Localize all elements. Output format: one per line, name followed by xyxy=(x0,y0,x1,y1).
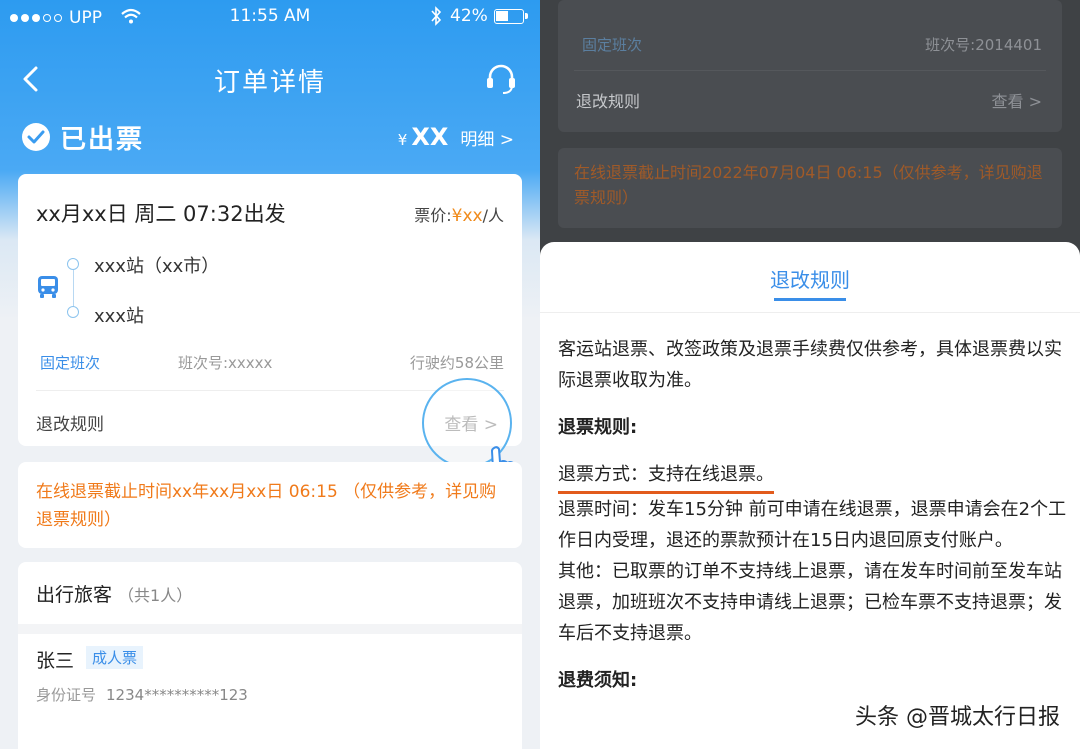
customer-service-icon[interactable] xyxy=(484,62,518,96)
service-number: 班次号:xxxxx xyxy=(178,354,273,372)
bg-view-link: 查看 > xyxy=(991,92,1043,111)
total-amount: XX xyxy=(411,123,449,151)
divider xyxy=(574,70,1046,71)
nav-bar: 订单详情 xyxy=(0,50,540,110)
destination-station: xxx站 xyxy=(94,306,144,327)
passenger-section-title: 出行旅客 （共1人） xyxy=(36,580,192,607)
bg-service-type: 固定班次 xyxy=(582,36,643,54)
bus-icon xyxy=(38,276,58,298)
refund-deadline-notice: 在线退票截止时间xx年xx月xx日 06:15 （仅供参考，详见购退票规则） xyxy=(18,462,522,548)
fare-amount: ¥xx xyxy=(451,206,483,226)
watermark: 头条 @晋城太行日报 xyxy=(855,705,1060,730)
refund-rules-label: 退改规则 xyxy=(36,415,104,435)
order-status-row: 已出票 ¥ XX 明细 > xyxy=(0,115,540,159)
passenger-card: 出行旅客 （共1人） 张三 成人票 身份证号 1234**********123 xyxy=(18,562,522,749)
refund-time: 退票时间：发车15分钟 前可申请在线退票，退票申请会在2个工作日内受理，退还的票… xyxy=(558,499,1067,551)
price-detail-link[interactable]: 明细 > xyxy=(460,125,514,150)
destination-dot xyxy=(67,306,79,318)
refund-rules-screen: 固定班次 班次号:2014401 退改规则 查看 > 在线退票截止时间2022年… xyxy=(540,0,1080,749)
notice-text: 在线退票截止时间xx年xx月xx日 06:15 （仅供参考，详见购退票规则） xyxy=(36,482,497,530)
id-value: 1234**********123 xyxy=(106,686,248,704)
passenger-id: 身份证号 1234**********123 xyxy=(36,684,248,705)
origin-station: xxx站（xx市） xyxy=(94,256,220,277)
refund-method: 退票方式：支持在线退票。 xyxy=(558,459,774,494)
trip-distance: 行驶约58公里 xyxy=(409,354,504,372)
fare-unit: /人 xyxy=(482,206,504,225)
fare-label: 票价: xyxy=(414,206,452,225)
service-type: 固定班次 xyxy=(40,354,101,372)
bg-refund-rules-label: 退改规则 xyxy=(576,92,641,111)
bg-service-number: 班次号:2014401 xyxy=(925,36,1042,54)
total-price[interactable]: ¥ XX 明细 > xyxy=(398,123,514,151)
passenger-name: 张三 xyxy=(36,650,75,672)
trip-datetime: xx月xx日 周二 07:32出发 xyxy=(36,202,286,226)
refund-fee-heading: 退费须知: xyxy=(558,670,638,691)
passenger-title: 出行旅客 xyxy=(36,584,113,606)
bg-notice-text: 在线退票截止时间2022年07月04日 06:15（仅供参考，详见购退票规则） xyxy=(574,163,1043,207)
divider xyxy=(540,312,1080,313)
id-label: 身份证号 xyxy=(36,686,97,704)
status-bar: UPP 11:55 AM 42% xyxy=(0,0,540,34)
currency-symbol: ¥ xyxy=(397,131,408,149)
policy-intro: 客运站退票、改签政策及退票手续费仅供参考，具体退票费以实际退票收取为准。 xyxy=(558,339,1062,391)
ticket-fare: 票价:¥xx/人 xyxy=(414,202,504,226)
bluetooth-icon xyxy=(431,6,442,26)
refund-rules-heading: 退票规则: xyxy=(558,417,638,438)
battery-icon xyxy=(494,9,524,24)
trip-meta: 固定班次 班次号:xxxxx 行驶约58公里 xyxy=(18,352,522,376)
dimmed-trip-card: 固定班次 班次号:2014401 退改规则 查看 > xyxy=(558,0,1062,132)
battery-percent: 42% xyxy=(450,6,488,26)
order-detail-screen: UPP 11:55 AM 42% 订单详情 已出票 ¥ XX 明细 > xx月x… xyxy=(0,0,540,749)
refund-other: 其他：已取票的订单不支持线上退票，请在发车时间前至发车站退票，加班班次不支持申请… xyxy=(558,561,1062,644)
check-circle-icon xyxy=(22,123,50,151)
sheet-title[interactable]: 退改规则 xyxy=(540,264,1080,293)
sheet-body: 客运站退票、改签政策及退票手续费仅供参考，具体退票费以实际退票收取为准。 退票规… xyxy=(558,334,1068,696)
origin-dot xyxy=(67,258,79,270)
active-tab-indicator xyxy=(774,298,846,301)
page-title: 订单详情 xyxy=(213,68,326,98)
ticket-type-badge: 成人票 xyxy=(86,646,144,669)
divider xyxy=(18,624,522,634)
order-status-label: 已出票 xyxy=(60,125,145,155)
passenger-count: （共1人） xyxy=(118,586,193,605)
dimmed-notice-card: 在线退票截止时间2022年07月04日 06:15（仅供参考，详见购退票规则） xyxy=(558,148,1062,228)
refund-rules-sheet: 退改规则 客运站退票、改签政策及退票手续费仅供参考，具体退票费以实际退票收取为准… xyxy=(540,242,1080,749)
